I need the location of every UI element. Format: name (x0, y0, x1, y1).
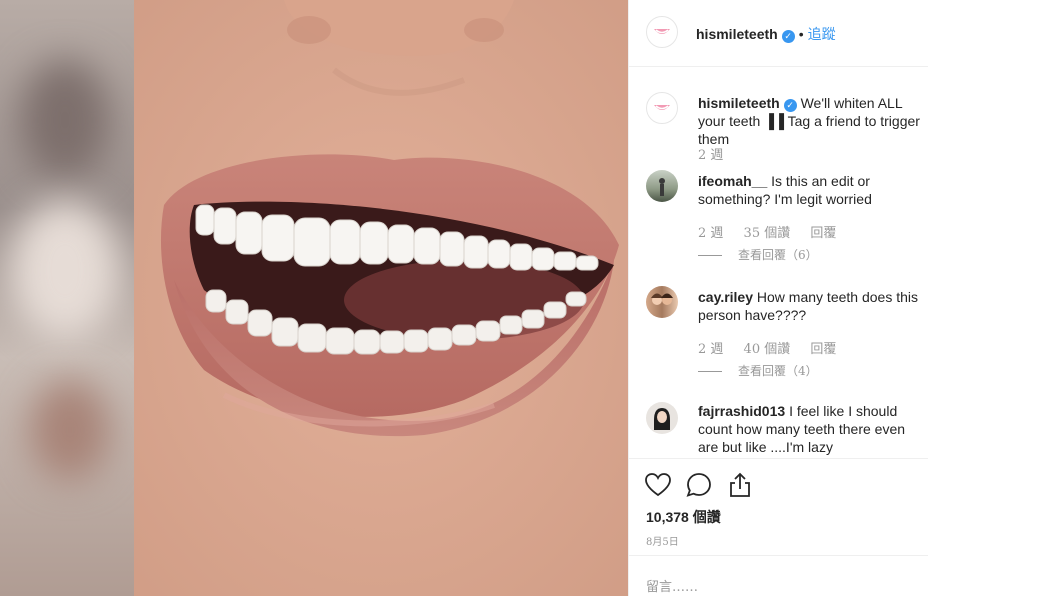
view-replies-button[interactable]: 查看回覆（4） (698, 362, 818, 379)
smiling-mouth-image (134, 0, 628, 596)
share-icon[interactable] (726, 471, 754, 499)
reply-button[interactable]: 回覆 (810, 342, 836, 357)
post-actions-bar: 10,378 個讚 8月5日 留言…… (629, 458, 929, 596)
commenter-avatar[interactable] (646, 286, 678, 318)
smile-logo-icon (654, 105, 670, 110)
verified-badge-icon: ✓ (783, 99, 797, 112)
page-margin (928, 0, 1060, 596)
reply-button[interactable]: 回覆 (810, 226, 836, 241)
caption-meta: 2 週 (698, 144, 739, 163)
view-replies-button[interactable]: 查看回覆（6） (698, 246, 818, 263)
view-replies-label: 查看回覆（6） (738, 248, 818, 262)
comment-meta: 2 週 40 個讚 回覆 (698, 338, 852, 357)
caption-time[interactable]: 2 週 (698, 148, 723, 163)
heart-icon[interactable] (644, 471, 672, 499)
author-avatar[interactable] (646, 92, 678, 124)
comment-username[interactable]: cay.riley (698, 289, 753, 305)
divider-line (698, 255, 722, 256)
follow-button[interactable]: 追蹤 (808, 26, 836, 42)
caption-text: hismileteeth ✓ We'll whiten ALL your teet… (698, 94, 928, 148)
commenter-avatar[interactable] (646, 170, 678, 202)
post-like-count[interactable]: 10,378 個讚 (646, 507, 721, 527)
author-avatar[interactable] (646, 16, 678, 48)
comment-username[interactable]: ifeomah__ (698, 173, 767, 189)
add-comment-placeholder[interactable]: 留言…… (646, 576, 698, 595)
caption-username[interactable]: hismileteeth (698, 95, 780, 111)
comment-meta: 2 週 35 個讚 回覆 (698, 222, 852, 241)
person-silhouette-icon (659, 178, 665, 196)
view-replies-label: 查看回覆（4） (738, 364, 818, 378)
smile-logo-icon (654, 29, 670, 34)
author-username[interactable]: hismileteeth (696, 26, 778, 42)
comment-time[interactable]: 2 週 (698, 226, 723, 241)
comment-text: cay.riley How many teeth does this perso… (698, 288, 928, 324)
two-faces-icon (651, 293, 673, 305)
comment-like-count[interactable]: 40 個讚 (744, 342, 791, 357)
post-date[interactable]: 8月5日 (646, 533, 679, 548)
post-side-panel: hismileteeth ✓ • 追蹤 hismileteeth ✓ We'll whi… (628, 0, 929, 596)
add-comment-field[interactable]: 留言…… (629, 555, 929, 596)
post-header: hismileteeth ✓ • 追蹤 (629, 0, 929, 67)
divider-line (698, 371, 722, 372)
commenter-avatar[interactable] (646, 402, 678, 434)
comment-text: fajrrashid013 I feel like I should count… (698, 402, 928, 456)
comment-text: ifeomah__ Is this an edit or something? … (698, 172, 928, 208)
separator-dot: • (798, 26, 804, 42)
person-dark-hair-icon (654, 408, 670, 430)
comment-username[interactable]: fajrrashid013 (698, 403, 785, 419)
comment-like-count[interactable]: 35 個讚 (744, 226, 791, 241)
comment-time[interactable]: 2 週 (698, 342, 723, 357)
blurred-background (0, 0, 134, 596)
comment-bubble-icon[interactable] (685, 471, 713, 499)
post-photo[interactable] (134, 0, 628, 596)
verified-badge-icon: ✓ (781, 30, 795, 43)
